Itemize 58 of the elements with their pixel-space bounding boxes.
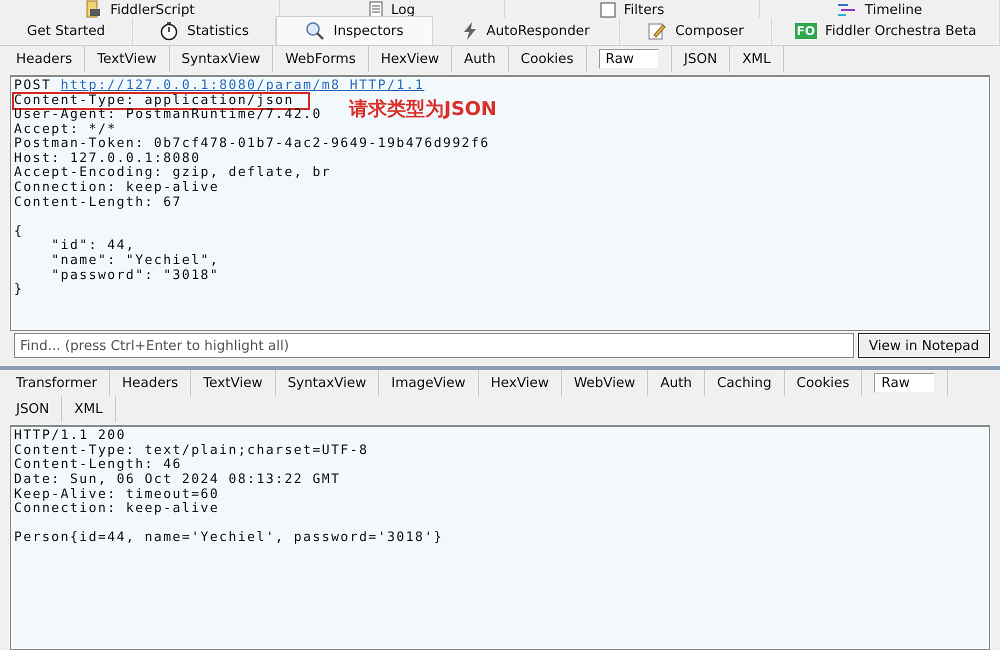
tab[interactable]: JSON	[4, 396, 62, 422]
tab[interactable]: SyntaxView	[276, 370, 380, 396]
tab[interactable]: Cookies	[784, 370, 862, 396]
header-line: Connection: keep-alive	[14, 501, 220, 516]
header-line: User-Agent: PostmanRuntime/7.42.0	[14, 108, 322, 123]
tab[interactable]: Transformer	[4, 370, 110, 396]
header-line: Date: Sun, 06 Oct 2024 08:13:22 GMT	[14, 472, 340, 488]
body-line: "password": "3018"	[50, 268, 220, 283]
header-line: Accept-Encoding: gzip, deflate, br	[14, 166, 332, 181]
body-line: }	[14, 282, 24, 298]
tab[interactable]: TextView	[191, 370, 276, 396]
tab[interactable]: TextView	[85, 46, 170, 72]
response-text-area[interactable]: HTTP/1.1 200 Content-Type: text/plain;charset=UTF-8 Content-Length: 46 Date: Sun, 06 Oct 2024 08:13:22 GMT Keep-Alive: timeout=60 Connection: keep-alive Person{id=44, name='Yechiel', password='3018'}	[10, 425, 990, 650]
body-line: "id": 44,	[50, 238, 136, 254]
tab[interactable]: JSON	[672, 46, 730, 72]
document-icon	[368, 1, 383, 18]
tab[interactable]: WebForms	[273, 46, 369, 72]
body-line: "name": "Yechiel",	[50, 253, 220, 268]
header-line: Host: 127.0.0.1:8080	[14, 152, 201, 166]
tab[interactable]: Cookies	[508, 46, 586, 72]
tab[interactable]: Auth	[452, 46, 509, 72]
tab[interactable]: Caching	[704, 370, 785, 396]
header-line: Connection: keep-alive	[14, 181, 220, 196]
tab[interactable]: XML	[730, 46, 784, 72]
tab[interactable]: Headers	[4, 46, 86, 72]
tab[interactable]: HexView	[478, 370, 562, 396]
stopwatch-icon	[159, 21, 180, 42]
checkbox-icon	[600, 2, 616, 18]
header-line: Content-Type: application/json	[14, 94, 308, 108]
tab[interactable]: WebView	[562, 370, 648, 396]
tab[interactable]: XML	[62, 396, 116, 422]
tab[interactable]: ImageView	[379, 370, 479, 396]
script-icon	[84, 0, 102, 18]
magnifier-icon	[305, 20, 326, 41]
lightning-icon	[462, 21, 478, 42]
tab[interactable]: Headers	[110, 370, 192, 396]
view-in-notepad-button[interactable]: View in Notepad	[858, 332, 990, 358]
header-line: Postman-Token: 0b7cf478-01b7-4ac2-9649-19b476d992f6	[14, 137, 490, 152]
tab[interactable]: HexView	[368, 46, 452, 72]
tab[interactable]: SyntaxView	[170, 46, 274, 72]
header-line: Accept: */*	[14, 122, 117, 137]
find-field[interactable]: Find... (press Ctrl+Enter to highlight all)	[14, 332, 854, 358]
annotation-text: 请求类型为JSON	[349, 102, 497, 117]
tab[interactable]: Auth	[648, 370, 705, 396]
request-text-area[interactable]	[10, 74, 990, 331]
header-line: HTTP/1.1 200	[14, 428, 126, 444]
header-line: Keep-Alive: timeout=60	[14, 486, 220, 502]
header-line: Content-Length: 46	[14, 457, 182, 472]
request-line: POST	[14, 78, 52, 93]
url-link[interactable]: http://127.0.0.1:8080/param/m8 HTTP/1.1	[60, 78, 424, 93]
header-line: Content-Length: 67	[14, 196, 182, 210]
body-line: Person{id=44, name='Yechiel', password='3018'}	[14, 530, 444, 546]
badge: FO	[794, 23, 818, 40]
tab[interactable]: Inspectors	[276, 16, 433, 45]
timeline-icon	[836, 2, 857, 18]
body-line: {	[14, 224, 24, 239]
pencil-document-icon	[647, 21, 668, 42]
header-line: Content-Type: text/plain;charset=UTF-8	[14, 442, 368, 458]
